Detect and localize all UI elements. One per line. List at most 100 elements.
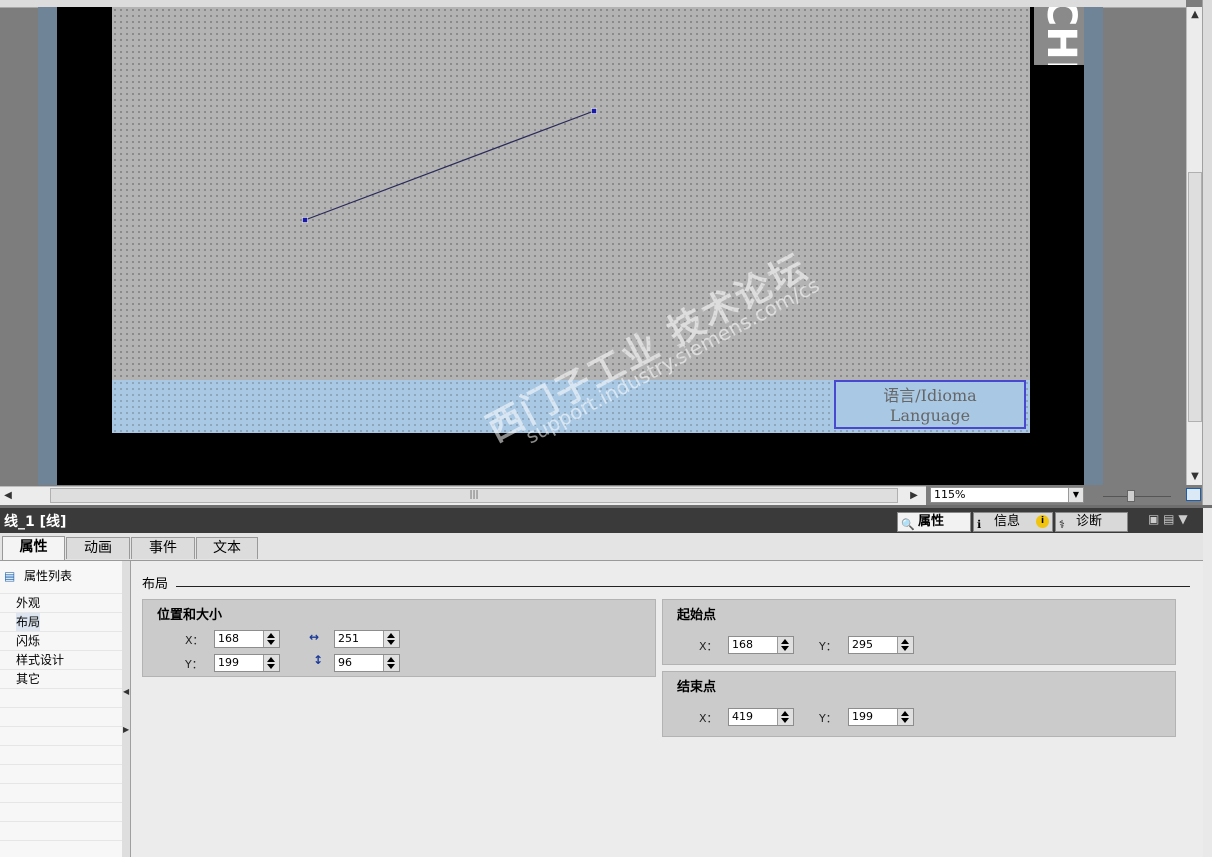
tab-properties[interactable]: 属性 (2, 536, 65, 560)
start-y-stepper[interactable]: 295 (848, 636, 914, 654)
nav-divider (0, 726, 122, 727)
maximize-icon[interactable]: ▤ (1163, 512, 1174, 526)
scroll-up-icon[interactable]: ▲ (1187, 7, 1203, 23)
scroll-down-icon[interactable]: ▼ (1187, 469, 1203, 485)
header-tab-diagnostics[interactable]: ⚕ 诊断 (1055, 512, 1128, 532)
property-list-label: 属性列表 (24, 569, 73, 583)
end-y-value: 199 (852, 710, 873, 723)
start-x-stepper[interactable]: 168 (728, 636, 794, 654)
header-tab-properties[interactable]: 🔍 属性 (897, 512, 971, 532)
horizontal-scroll-thumb[interactable]: ||| (50, 488, 898, 503)
inspector-title: 线_1 [线] (4, 514, 67, 530)
end-x-stepper[interactable]: 419 (728, 708, 794, 726)
pos-y-label: Y： (185, 658, 203, 671)
zoom-slider-knob[interactable] (1127, 490, 1135, 502)
nav-divider (0, 707, 122, 708)
height-icon: ↕ (313, 653, 324, 667)
width-stepper[interactable]: 251 (334, 630, 400, 648)
section-divider (176, 586, 1190, 587)
nav-item-layout[interactable]: 布局 (16, 613, 41, 631)
height-stepper[interactable]: 96 (334, 654, 400, 672)
horizontal-scrollbar[interactable]: ◀ ||| ▶ (0, 486, 926, 505)
nav-item-appearance[interactable]: 外观 (16, 594, 40, 612)
position-size-group: 位置和大小 X： 168 Y： 199 ↔ 251 ↕ 96 (142, 599, 656, 677)
scroll-left-icon[interactable]: ◀ (0, 488, 16, 504)
header-tab-info[interactable]: ℹ 信息 i (973, 512, 1053, 532)
header-tab-label: 属性 (918, 514, 945, 529)
section-title: 布局 (142, 577, 169, 592)
end-x-label: X： (699, 712, 718, 725)
info-icon: ℹ (977, 518, 982, 531)
nav-item-flashing[interactable]: 闪烁 (16, 632, 40, 650)
nav-divider (0, 840, 122, 841)
inspector-header: 线_1 [线] 🔍 属性 ℹ 信息 i ⚕ 诊断 ▣ ▤ ▼ (0, 508, 1203, 533)
nav-item-misc[interactable]: 其它 (16, 670, 40, 688)
end-y-label: Y： (819, 712, 837, 725)
properties-icon: 🔍 (901, 518, 915, 531)
nav-divider (0, 783, 122, 784)
collapse-icon[interactable]: ▼ (1178, 512, 1187, 526)
pos-x-value: 168 (218, 632, 239, 645)
start-x-value: 168 (732, 638, 753, 651)
float-window-icon[interactable]: ▣ (1148, 512, 1159, 526)
width-value: 251 (338, 632, 359, 645)
vertical-scrollbar[interactable]: ▲ ▼ (1186, 7, 1203, 485)
pos-x-label: X： (185, 634, 204, 647)
vertical-scroll-thumb[interactable] (1188, 172, 1202, 422)
chevron-down-icon[interactable]: ▼ (1068, 488, 1083, 502)
layout-properties-panel: 布局 位置和大小 X： 168 Y： 199 ↔ 251 ↕ 96 起始点 X：… (131, 561, 1203, 857)
zoom-slider[interactable] (1103, 490, 1173, 502)
nav-divider (0, 764, 122, 765)
header-tab-label: 信息 (994, 514, 1021, 529)
nav-divider (0, 821, 122, 822)
stepper-arrows-icon[interactable] (897, 709, 913, 725)
tab-text[interactable]: 文本 (196, 537, 258, 559)
stepper-arrows-icon[interactable] (383, 655, 399, 671)
nav-divider (0, 802, 122, 803)
nav-divider (0, 688, 122, 689)
stepper-arrows-icon[interactable] (263, 655, 279, 671)
zoom-slider-track (1103, 496, 1171, 497)
property-list-icon: ▤ (4, 569, 16, 583)
tab-animation[interactable]: 动画 (66, 537, 130, 559)
end-point-title: 结束点 (677, 680, 717, 695)
stepper-arrows-icon[interactable] (777, 709, 793, 725)
start-point-group: 起始点 X： 168 Y： 295 (662, 599, 1176, 665)
line-object[interactable] (304, 110, 595, 221)
nav-splitter[interactable]: ◀ ▶ (122, 561, 131, 857)
right-task-strip (1202, 0, 1212, 505)
end-y-stepper[interactable]: 199 (848, 708, 914, 726)
start-point-title: 起始点 (677, 608, 717, 623)
pos-y-value: 199 (218, 656, 239, 669)
tab-events[interactable]: 事件 (131, 537, 195, 559)
stepper-arrows-icon[interactable] (263, 631, 279, 647)
start-y-value: 295 (852, 638, 873, 651)
zoom-select[interactable]: 115% ▼ (930, 487, 1084, 503)
stepper-arrows-icon[interactable] (777, 637, 793, 653)
expand-right-icon[interactable]: ▶ (123, 725, 129, 734)
header-tab-label: 诊断 (1076, 514, 1103, 529)
end-point-group: 结束点 X： 419 Y： 199 (662, 671, 1176, 737)
line-start-handle[interactable] (302, 217, 308, 223)
line-end-handle[interactable] (591, 108, 597, 114)
zoom-value: 115% (934, 488, 966, 501)
zoom-fit-icon[interactable] (1186, 488, 1201, 501)
property-list-header[interactable]: ▤ 属性列表 (4, 567, 72, 584)
scroll-right-icon[interactable]: ▶ (906, 488, 922, 504)
panel-window-controls[interactable]: ▣ ▤ ▼ (1148, 512, 1188, 526)
property-nav: ▤ 属性列表 外观 布局 闪烁 样式设计 其它 (0, 561, 123, 857)
canvas-overlay (302, 108, 597, 223)
stepper-arrows-icon[interactable] (383, 631, 399, 647)
inspector-tabs: 属性 动画 事件 文本 (0, 533, 1203, 561)
nav-item-styling[interactable]: 样式设计 (16, 651, 64, 669)
warning-icon: i (1036, 515, 1049, 528)
height-value: 96 (338, 656, 352, 669)
collapse-left-icon[interactable]: ◀ (123, 687, 129, 696)
position-size-title: 位置和大小 (157, 608, 223, 623)
diagnostics-icon: ⚕ (1059, 518, 1065, 531)
pos-y-stepper[interactable]: 199 (214, 654, 280, 672)
stepper-arrows-icon[interactable] (897, 637, 913, 653)
nav-divider (0, 745, 122, 746)
pos-x-stepper[interactable]: 168 (214, 630, 280, 648)
start-y-label: Y： (819, 640, 837, 653)
